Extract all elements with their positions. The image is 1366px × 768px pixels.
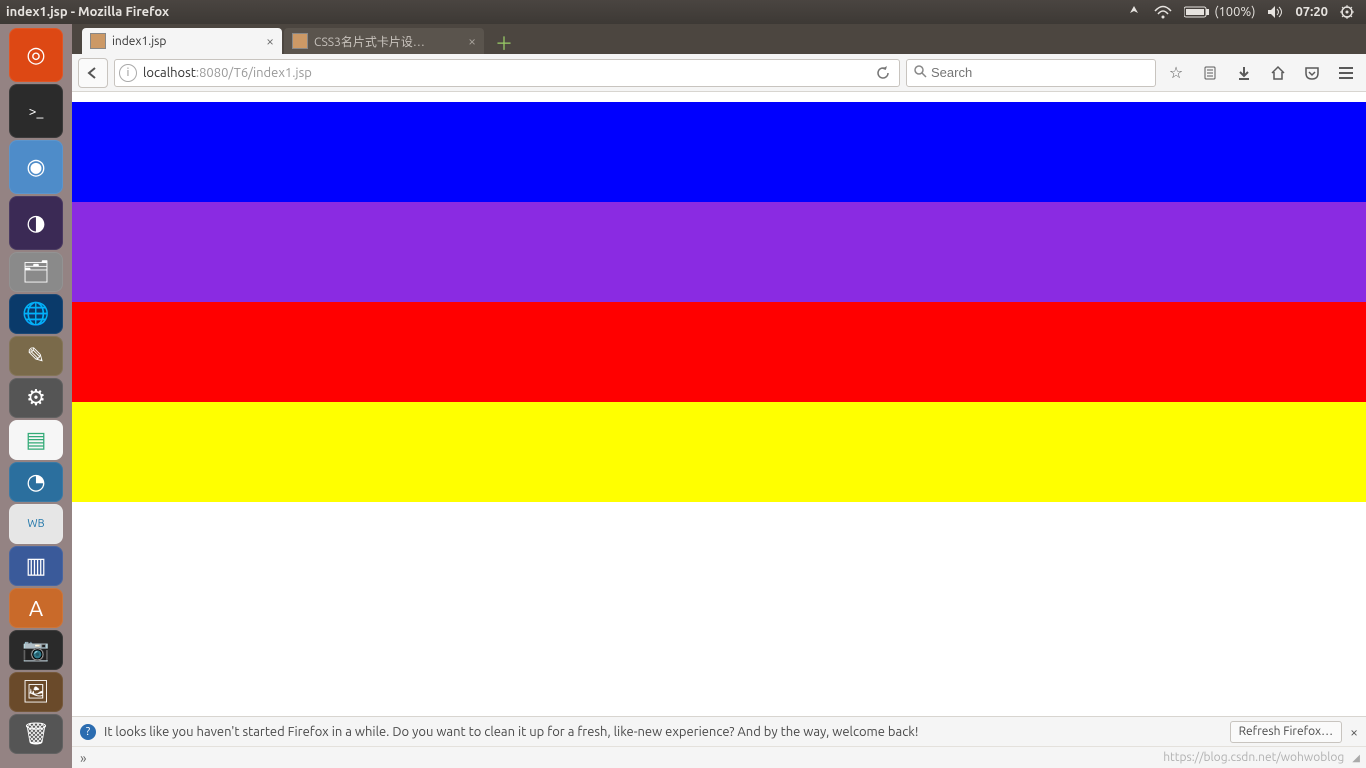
session-gear-icon[interactable] bbox=[1340, 5, 1354, 19]
launcher-terminal[interactable]: >_ bbox=[9, 84, 63, 138]
search-bar[interactable] bbox=[906, 59, 1156, 87]
url-host: localhost bbox=[143, 66, 196, 80]
reload-icon bbox=[876, 66, 890, 80]
page-content bbox=[72, 92, 1366, 716]
tab-close-button[interactable]: × bbox=[468, 33, 476, 49]
trash-icon: 🗑 bbox=[22, 721, 50, 747]
launcher-firefox[interactable]: 🌐 bbox=[9, 294, 63, 334]
launcher-text-editor[interactable]: ✎ bbox=[9, 336, 63, 376]
nav-toolbar: i localhost:8080/T6/index1.jsp ☆ bbox=[72, 54, 1366, 92]
keyboard-indicator-icon[interactable] bbox=[1126, 5, 1142, 19]
ubuntu-menubar: index1.jsp - Mozilla Firefox (100%) 07:2… bbox=[0, 0, 1366, 24]
color-stripe bbox=[72, 302, 1366, 402]
clock[interactable]: 07:20 bbox=[1295, 5, 1328, 19]
launcher-eclipse[interactable]: ◑ bbox=[9, 196, 63, 250]
download-icon bbox=[1236, 65, 1252, 81]
search-icon bbox=[913, 64, 927, 81]
info-icon: ? bbox=[80, 724, 96, 740]
arrow-left-icon bbox=[86, 66, 100, 80]
tab-label: CSS3名片式卡片设… bbox=[314, 33, 462, 50]
reload-button[interactable] bbox=[871, 61, 895, 85]
notification-bar: ? It looks like you haven't started Fire… bbox=[72, 716, 1366, 746]
downloads-button[interactable] bbox=[1230, 59, 1258, 87]
color-stripe bbox=[72, 102, 1366, 202]
tab-strip: index1.jsp × CSS3名片式卡片设… × ＋ bbox=[72, 24, 1366, 54]
url-bar[interactable]: i localhost:8080/T6/index1.jsp bbox=[114, 59, 900, 87]
tab-label: index1.jsp bbox=[112, 35, 260, 48]
firefox-window: index1.jsp × CSS3名片式卡片设… × ＋ i localhost… bbox=[72, 24, 1366, 768]
files-icon: 🗂 bbox=[22, 259, 50, 285]
libreoffice-icon: ▤ bbox=[26, 427, 47, 453]
launcher-chrome[interactable]: ◉ bbox=[9, 140, 63, 194]
text-editor-icon: ✎ bbox=[27, 343, 45, 369]
launcher-settings[interactable]: ⚙ bbox=[9, 378, 63, 418]
window-title: index1.jsp - Mozilla Firefox bbox=[6, 5, 169, 19]
menu-button[interactable] bbox=[1332, 59, 1360, 87]
notification-text: It looks like you haven't started Firefo… bbox=[104, 725, 918, 739]
launcher-camera[interactable]: 📷 bbox=[9, 630, 63, 670]
watermark-text: https://blog.csdn.net/wohwoblog bbox=[1163, 751, 1344, 764]
color-stripe bbox=[72, 202, 1366, 302]
tab-css3[interactable]: CSS3名片式卡片设… × bbox=[284, 28, 484, 54]
launcher-monitor[interactable]: ▥ bbox=[9, 546, 63, 586]
library-button[interactable] bbox=[1196, 59, 1224, 87]
resize-grip-icon[interactable]: ◢ bbox=[1352, 752, 1358, 764]
battery-text: (100%) bbox=[1214, 5, 1255, 19]
bookmark-star-button[interactable]: ☆ bbox=[1162, 59, 1190, 87]
launcher-shotwell[interactable]: 🖼 bbox=[9, 672, 63, 712]
launcher-workbench[interactable]: WB bbox=[9, 504, 63, 544]
launcher-trash[interactable]: 🗑 bbox=[9, 714, 63, 754]
back-button[interactable] bbox=[78, 58, 108, 88]
star-icon: ☆ bbox=[1169, 63, 1183, 82]
site-info-icon[interactable]: i bbox=[119, 64, 137, 82]
settings-icon: ⚙ bbox=[26, 385, 46, 411]
color-stripe bbox=[72, 402, 1366, 502]
launcher-software[interactable]: A bbox=[9, 588, 63, 628]
wifi-indicator-icon[interactable] bbox=[1154, 5, 1172, 19]
terminal-icon: >_ bbox=[29, 103, 44, 119]
home-icon bbox=[1270, 65, 1286, 81]
monitor-icon: ▥ bbox=[26, 553, 47, 579]
refresh-firefox-button[interactable]: Refresh Firefox… bbox=[1230, 721, 1343, 743]
disk-icon: ◔ bbox=[26, 469, 45, 495]
chrome-icon: ◉ bbox=[26, 154, 45, 180]
home-button[interactable] bbox=[1264, 59, 1292, 87]
shotwell-icon: 🖼 bbox=[22, 679, 50, 705]
overflow-chevron-icon[interactable]: » bbox=[80, 750, 87, 766]
url-path: :8080/T6/index1.jsp bbox=[196, 66, 312, 80]
eclipse-icon: ◑ bbox=[26, 210, 45, 236]
status-bar: » https://blog.csdn.net/wohwoblog ◢ bbox=[72, 746, 1366, 768]
battery-indicator[interactable]: (100%) bbox=[1184, 5, 1255, 19]
software-icon: A bbox=[29, 596, 43, 621]
launcher-ubuntu-dash[interactable]: ◎ bbox=[9, 28, 63, 82]
workbench-icon: WB bbox=[27, 518, 44, 530]
search-input[interactable] bbox=[931, 65, 1149, 80]
tab-close-button[interactable]: × bbox=[266, 33, 274, 49]
clipboard-icon bbox=[1202, 65, 1218, 81]
tab-index1[interactable]: index1.jsp × bbox=[82, 28, 282, 54]
unity-launcher: ◎ >_ ◉ ◑ 🗂 🌐 ✎ ⚙ ▤ ◔ WB ▥ A 📷 🖼 🗑 bbox=[0, 24, 72, 768]
sound-indicator-icon[interactable] bbox=[1267, 5, 1283, 19]
hamburger-icon bbox=[1338, 66, 1354, 80]
launcher-analyzer[interactable]: ◔ bbox=[9, 462, 63, 502]
firefox-icon: 🌐 bbox=[22, 301, 49, 327]
favicon-icon bbox=[90, 33, 106, 49]
ubuntu-logo-icon: ◎ bbox=[26, 42, 45, 68]
notification-close-button[interactable]: × bbox=[1350, 724, 1358, 740]
favicon-icon bbox=[292, 33, 308, 49]
launcher-files[interactable]: 🗂 bbox=[9, 252, 63, 292]
pocket-icon bbox=[1304, 65, 1320, 81]
pocket-button[interactable] bbox=[1298, 59, 1326, 87]
launcher-libreoffice[interactable]: ▤ bbox=[9, 420, 63, 460]
camera-icon: 📷 bbox=[22, 637, 49, 663]
new-tab-button[interactable]: ＋ bbox=[490, 32, 518, 54]
